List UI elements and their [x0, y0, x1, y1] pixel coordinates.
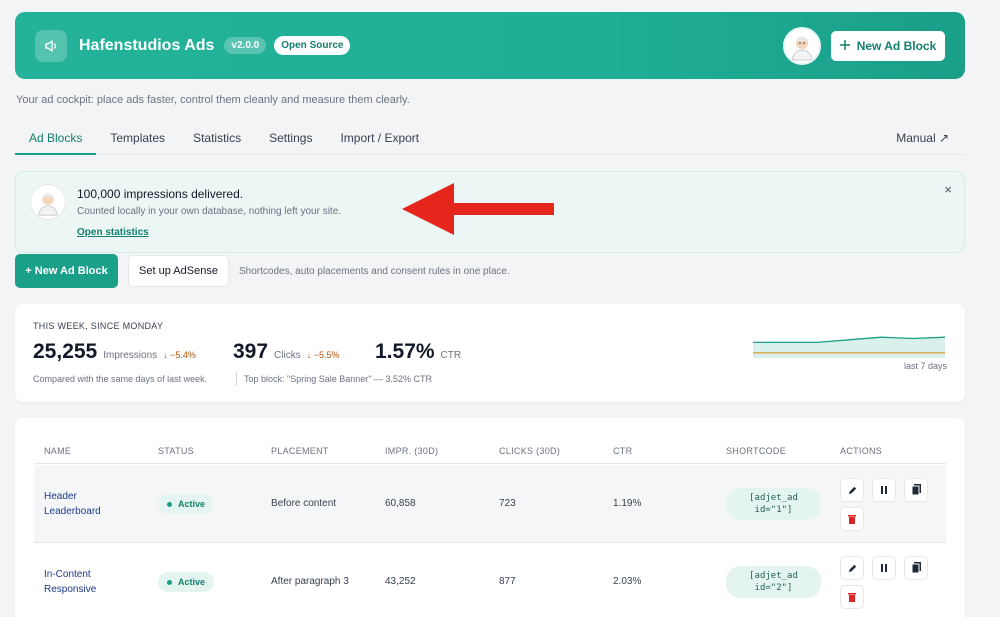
status-dot-icon: [167, 579, 172, 585]
tab-import-export[interactable]: Import / Export: [326, 121, 433, 155]
status-label: Active: [178, 499, 206, 509]
delete-button[interactable]: [840, 507, 864, 531]
row-name-link[interactable]: In-Content Responsive: [44, 567, 134, 597]
pause-icon: [881, 486, 887, 494]
duplicate-button[interactable]: [904, 556, 928, 580]
pencil-icon: [848, 486, 856, 494]
impressions-stat: 25,255 Impressions ↓ −5.4%: [33, 340, 196, 364]
pause-button[interactable]: [872, 556, 896, 580]
stats-compare-note: Compared with the same days of last week…: [33, 374, 208, 384]
avatar[interactable]: [783, 26, 821, 65]
row-placement: Before content: [271, 498, 337, 509]
status-dot-icon: [167, 501, 172, 507]
status-badge: Active: [158, 572, 215, 592]
th-shortcode: SHORTCODE: [726, 446, 787, 456]
th-name: NAME: [44, 446, 72, 456]
sparkline-label: last 7 days: [903, 361, 947, 371]
version-badge: v2.0.0: [224, 37, 267, 54]
stats-divider: [236, 372, 237, 386]
manual-link[interactable]: Manual ↗: [882, 121, 965, 155]
duplicate-button[interactable]: [904, 478, 928, 502]
clicks-label: Clicks: [274, 350, 301, 361]
clicks-stat: 397 Clicks ↓ −5.5%: [233, 340, 340, 364]
plus-icon: [839, 39, 850, 53]
status-badge: Active: [158, 494, 215, 514]
delete-button[interactable]: [840, 585, 864, 609]
impressions-label: Impressions: [103, 350, 158, 361]
row-name-link[interactable]: Header Leaderboard: [44, 489, 134, 519]
new-ad-block-label: New Ad Block: [856, 38, 937, 53]
tab-templates[interactable]: Templates: [96, 121, 179, 155]
megaphone-icon: [35, 29, 67, 62]
clicks-delta: ↓ −5.5%: [306, 350, 340, 360]
th-impressions: IMPR. (30D): [385, 446, 439, 456]
table-row: In-Content Responsive Active After parag…: [34, 543, 946, 617]
open-statistics-link[interactable]: Open statistics: [77, 227, 149, 238]
row-placement: After paragraph 3: [271, 576, 349, 587]
notice-avatar: [30, 184, 66, 220]
trash-icon: [848, 592, 856, 602]
row-ctr: 2.03%: [613, 576, 642, 587]
pencil-icon: [848, 564, 856, 572]
new-ad-block-header-button[interactable]: New Ad Block: [831, 30, 945, 61]
th-placement: PLACEMENT: [271, 446, 329, 456]
shortcode-chip[interactable]: [adjet_ad id="2"]: [726, 566, 821, 598]
impressions-delta: ↓ −5.4%: [163, 350, 196, 360]
clicks-value: 397: [233, 340, 269, 363]
copy-icon: [911, 484, 921, 496]
edit-button[interactable]: [840, 556, 864, 580]
notice-text: Counted locally in your own database, no…: [77, 206, 342, 217]
stats-caption: THIS WEEK, SINCE MONDAY: [33, 321, 164, 331]
row-impressions: 60,858: [385, 498, 416, 509]
row-impressions: 43,252: [385, 576, 416, 587]
annotation-arrow-icon: [402, 183, 554, 235]
tab-ad-blocks[interactable]: Ad Blocks: [15, 121, 97, 155]
status-label: Active: [178, 577, 206, 587]
impressions-value: 25,255: [33, 340, 98, 363]
copy-icon: [911, 562, 921, 574]
ctr-stat: 1.57% CTR: [375, 340, 461, 364]
ad-blocks-table: NAME STATUS PLACEMENT IMPR. (30D) CLICKS…: [15, 418, 965, 617]
edit-button[interactable]: [840, 478, 864, 502]
app-title: Hafenstudios Ads: [79, 36, 215, 54]
close-icon[interactable]: ×: [944, 182, 952, 197]
th-ctr: CTR: [613, 446, 633, 456]
row-ctr: 1.19%: [613, 498, 642, 509]
notice-title: 100,000 impressions delivered.: [77, 187, 244, 201]
row-clicks: 877: [499, 576, 516, 587]
tab-settings[interactable]: Settings: [255, 121, 326, 155]
trash-icon: [848, 514, 856, 524]
tagline: Your ad cockpit: place ads faster, contr…: [16, 94, 410, 106]
shortcode-chip[interactable]: [adjet_ad id="1"]: [726, 488, 821, 520]
top-block-note: Top block: "Spring Sale Banner" — 3.52% …: [244, 374, 432, 384]
tab-statistics[interactable]: Statistics: [179, 121, 255, 155]
main-tabs: Ad Blocks Templates Statistics Settings …: [15, 121, 965, 155]
ctr-label: CTR: [440, 350, 462, 361]
setup-adsense-button[interactable]: Set up AdSense: [128, 255, 229, 287]
app-header: Hafenstudios Ads v2.0.0 Open Source New …: [15, 12, 965, 79]
sparkline-chart: [753, 336, 945, 358]
action-hint: Shortcodes, auto placements and consent …: [239, 266, 510, 277]
ctr-value: 1.57%: [375, 340, 435, 363]
th-actions: ACTIONS: [840, 446, 883, 456]
table-row: Header Leaderboard Active Before content…: [34, 465, 946, 543]
weekly-stats-card: THIS WEEK, SINCE MONDAY 25,255 Impressio…: [15, 304, 965, 402]
open-source-badge: Open Source: [274, 36, 351, 55]
table-header: NAME STATUS PLACEMENT IMPR. (30D) CLICKS…: [34, 440, 946, 464]
new-ad-block-button[interactable]: + New Ad Block: [15, 254, 118, 288]
pause-icon: [881, 564, 887, 572]
th-status: STATUS: [158, 446, 194, 456]
th-clicks: CLICKS (30D): [499, 446, 561, 456]
pause-button[interactable]: [872, 478, 896, 502]
row-clicks: 723: [499, 498, 516, 509]
